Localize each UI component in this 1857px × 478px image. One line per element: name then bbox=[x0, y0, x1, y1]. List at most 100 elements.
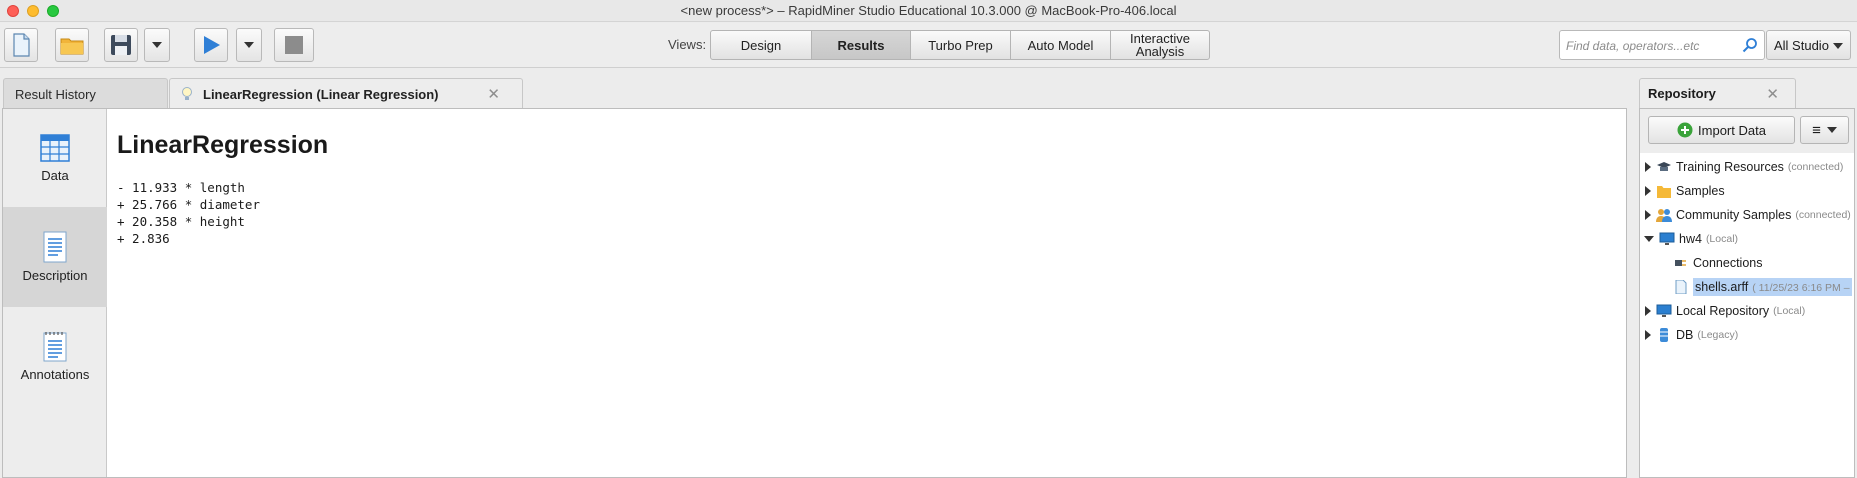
studio-scope-dropdown[interactable]: All Studio bbox=[1766, 30, 1851, 60]
import-data-button[interactable]: Import Data bbox=[1648, 116, 1795, 144]
tree-item-training-resources[interactable]: Training Resources (connected) bbox=[1640, 155, 1854, 179]
regression-formula: - 11.933 * length + 25.766 * diameter + 20… bbox=[117, 179, 260, 247]
tab-label: LinearRegression (Linear Regression) bbox=[203, 86, 439, 102]
sidebar-item-label: Annotations bbox=[20, 367, 90, 382]
tree-item-status: (Legacy) bbox=[1697, 329, 1739, 341]
document-lines-icon bbox=[43, 231, 67, 263]
tree-item-connections[interactable]: Connections bbox=[1640, 251, 1854, 275]
view-tab-design[interactable]: Design bbox=[711, 31, 812, 59]
monitor-icon bbox=[1659, 232, 1675, 245]
global-search-input[interactable]: Find data, operators...etc bbox=[1559, 30, 1765, 60]
view-tab-auto-model[interactable]: Auto Model bbox=[1011, 31, 1111, 59]
database-icon bbox=[1660, 328, 1668, 342]
result-panel: Data Description Annotations LinearRegre… bbox=[2, 108, 1627, 478]
tree-item-local-repository[interactable]: Local Repository (Local) bbox=[1640, 299, 1854, 323]
tree-item-db[interactable]: DB (Legacy) bbox=[1640, 323, 1854, 347]
tree-item-label: Training Resources bbox=[1676, 160, 1784, 174]
tree-item-label: Samples bbox=[1676, 184, 1725, 198]
sidebar-item-description[interactable]: Description bbox=[3, 207, 107, 307]
model-title: LinearRegression bbox=[117, 131, 329, 159]
tree-item-community-samples[interactable]: Community Samples (connected) bbox=[1640, 203, 1854, 227]
search-placeholder: Find data, operators...etc bbox=[1566, 39, 1700, 53]
folder-icon bbox=[60, 38, 84, 55]
model-description-content: LinearRegression - 11.933 * length + 25.7… bbox=[107, 109, 1626, 477]
repository-toolbar: Import Data ≡ bbox=[1640, 109, 1854, 153]
run-process-button[interactable] bbox=[194, 28, 228, 62]
expand-arrow-icon[interactable] bbox=[1645, 306, 1651, 316]
monitor-icon bbox=[1656, 304, 1672, 317]
save-options-dropdown[interactable] bbox=[144, 28, 170, 62]
tree-item-shells-arff[interactable]: shells.arff( 11/25/23 6:16 PM – bbox=[1640, 275, 1854, 299]
tree-item-label: Local Repository bbox=[1676, 304, 1770, 318]
selected-item-highlight: shells.arff( 11/25/23 6:16 PM – bbox=[1693, 278, 1852, 296]
plug-icon bbox=[1675, 260, 1686, 266]
tree-item-status: (connected) bbox=[1787, 161, 1844, 173]
repository-panel: Import Data ≡ Training Resources (connec… bbox=[1639, 108, 1855, 478]
menu-icon: ≡ bbox=[1812, 121, 1821, 139]
view-tab-results[interactable]: Results bbox=[812, 31, 911, 59]
expand-arrow-icon[interactable] bbox=[1645, 210, 1651, 220]
formula-line: + 2.836 bbox=[117, 231, 170, 246]
expand-arrow-icon[interactable] bbox=[1645, 330, 1651, 340]
result-tabbar: Result History LinearRegression (Linear … bbox=[0, 78, 1630, 109]
folder-icon bbox=[1657, 186, 1671, 198]
new-process-button[interactable] bbox=[4, 28, 38, 62]
sidebar-item-label: Data bbox=[41, 168, 69, 183]
run-options-dropdown[interactable] bbox=[236, 28, 262, 62]
view-tab-turbo-prep[interactable]: Turbo Prep bbox=[911, 31, 1011, 59]
repository-tree: Training Resources (connected) Samples C… bbox=[1640, 155, 1854, 347]
views-label: Views: bbox=[668, 37, 707, 52]
tab-repository[interactable]: Repository ✕ bbox=[1639, 78, 1796, 109]
chevron-down-icon bbox=[152, 42, 162, 48]
sidebar-item-annotations[interactable]: Annotations bbox=[3, 307, 107, 405]
collapse-arrow-icon[interactable] bbox=[1644, 236, 1654, 242]
tab-label: Result History bbox=[15, 86, 96, 102]
tree-item-hw4[interactable]: hw4 (Local) bbox=[1640, 227, 1854, 251]
tab-result-history[interactable]: Result History bbox=[3, 78, 168, 109]
tree-item-samples[interactable]: Samples bbox=[1640, 179, 1854, 203]
tab-label: Repository bbox=[1648, 86, 1716, 101]
data-file-icon bbox=[1675, 280, 1687, 294]
stop-icon bbox=[285, 36, 303, 54]
close-tab-icon[interactable]: ✕ bbox=[1766, 85, 1779, 103]
repository-menu-button[interactable]: ≡ bbox=[1800, 116, 1849, 144]
tab-linear-regression[interactable]: LinearRegression (Linear Regression) ✕ bbox=[169, 78, 523, 109]
formula-line: + 25.766 * diameter bbox=[117, 197, 260, 212]
chevron-down-icon bbox=[1833, 43, 1843, 49]
main-toolbar: Views: Design Results Turbo Prep Auto Mo… bbox=[0, 23, 1857, 68]
expand-arrow-icon[interactable] bbox=[1645, 162, 1651, 172]
chevron-down-icon bbox=[244, 42, 254, 48]
result-view-sidebar: Data Description Annotations bbox=[3, 109, 107, 477]
play-icon bbox=[204, 36, 220, 54]
floppy-disk-icon bbox=[111, 35, 131, 55]
tree-item-label: Connections bbox=[1693, 256, 1763, 270]
expand-arrow-icon[interactable] bbox=[1645, 186, 1651, 196]
lightbulb-icon bbox=[182, 87, 192, 100]
sidebar-item-data[interactable]: Data bbox=[3, 109, 107, 207]
window-title: <new process*> – RapidMiner Studio Educa… bbox=[680, 3, 1177, 18]
search-icon[interactable] bbox=[1742, 37, 1758, 53]
tree-item-label: DB bbox=[1676, 328, 1694, 342]
tree-item-status: (connected) bbox=[1795, 209, 1851, 221]
formula-line: - 11.933 * length bbox=[117, 180, 245, 195]
views-switcher: Design Results Turbo Prep Auto Model Int… bbox=[710, 30, 1210, 60]
formula-line: + 20.358 * height bbox=[117, 214, 245, 229]
add-circle-icon bbox=[1677, 122, 1693, 138]
tree-item-label: shells.arff bbox=[1695, 280, 1749, 294]
studio-scope-label: All Studio bbox=[1774, 37, 1829, 53]
tree-item-timestamp: ( 11/25/23 6:16 PM – bbox=[1752, 282, 1850, 294]
window-titlebar: <new process*> – RapidMiner Studio Educa… bbox=[0, 0, 1857, 22]
tree-item-label: Community Samples bbox=[1676, 208, 1792, 222]
table-icon bbox=[40, 134, 70, 162]
tree-item-status: (Local) bbox=[1773, 305, 1806, 317]
stop-process-button[interactable] bbox=[274, 28, 314, 62]
new-document-icon bbox=[13, 33, 30, 57]
tree-item-status: (Local) bbox=[1705, 233, 1739, 245]
import-data-label: Import Data bbox=[1698, 122, 1766, 138]
close-tab-icon[interactable]: ✕ bbox=[487, 85, 500, 103]
save-process-button[interactable] bbox=[104, 28, 138, 62]
sidebar-item-label: Description bbox=[22, 268, 88, 283]
open-process-button[interactable] bbox=[55, 28, 89, 62]
tree-item-label: hw4 bbox=[1679, 232, 1702, 246]
view-tab-interactive-analysis[interactable]: Interactive Analysis bbox=[1111, 31, 1209, 59]
